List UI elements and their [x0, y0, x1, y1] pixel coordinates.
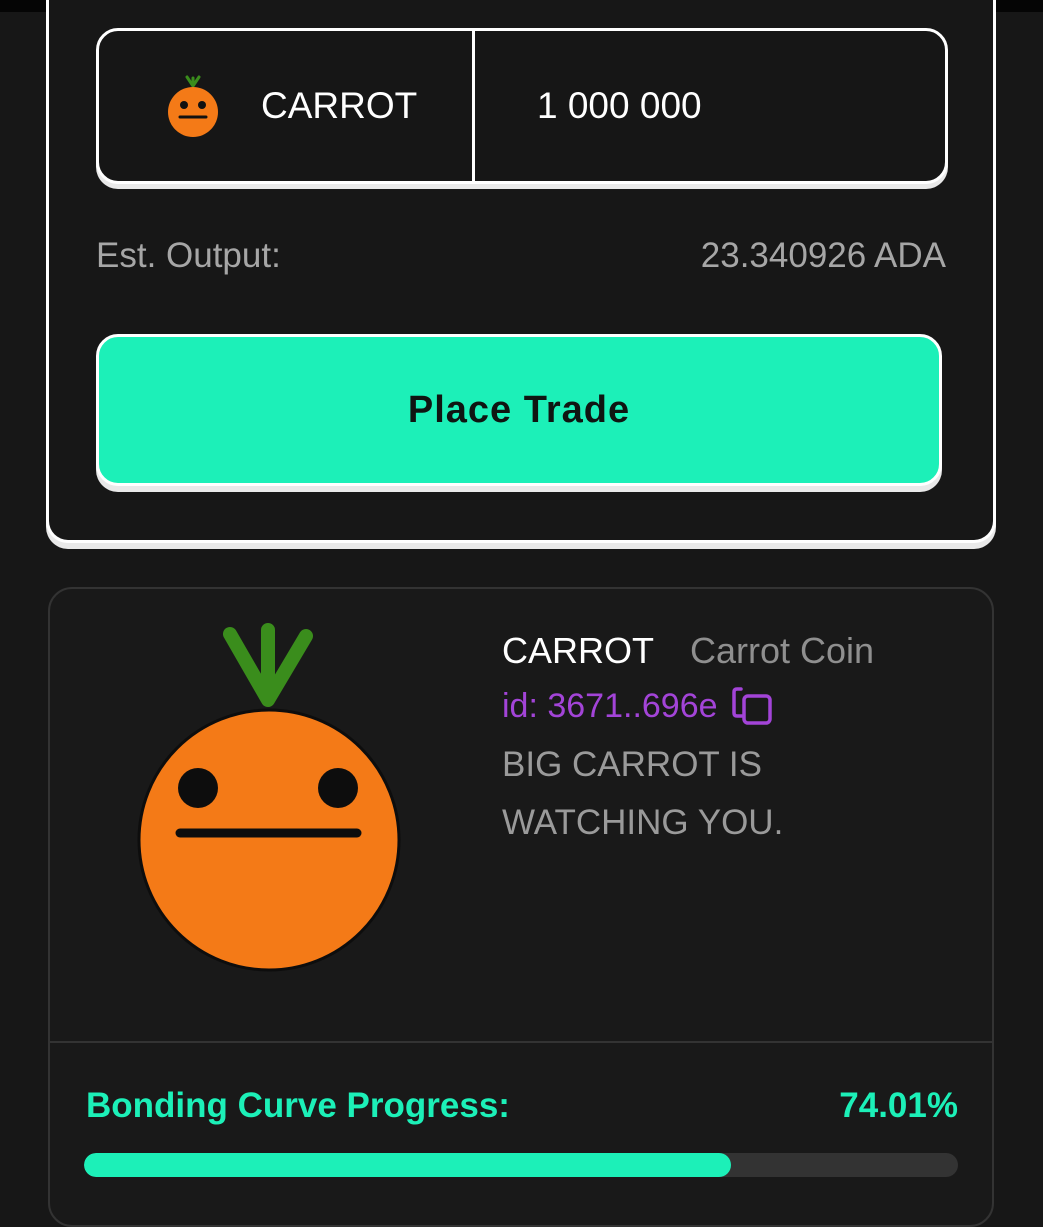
place-trade-button[interactable]: Place Trade [96, 334, 942, 486]
bonding-curve-progress-fill [84, 1153, 731, 1177]
token-symbol: CARROT [261, 85, 418, 126]
token-amount-input-group: CARROT 1 000 000 [96, 28, 948, 184]
estimated-output-row: Est. Output: 23.340926 ADA [96, 236, 946, 276]
carrot-face-icon [137, 623, 401, 972]
token-name-row: CARROT Carrot Coin [502, 630, 874, 672]
token-description: BIG CARROT IS WATCHING YOU. [502, 745, 784, 842]
card-divider [50, 1041, 992, 1043]
bonding-curve-row: Bonding Curve Progress: 74.01% [86, 1086, 958, 1126]
est-output-value: 23.340926 ADA [700, 236, 946, 275]
token-selector[interactable]: CARROT [99, 31, 475, 181]
bonding-curve-percent: 74.01% [839, 1086, 958, 1125]
token-id[interactable]: id: 3671..696e [502, 687, 718, 726]
bonding-curve-progress-bar [84, 1153, 958, 1177]
bonding-curve-label: Bonding Curve Progress: [86, 1086, 510, 1125]
token-id-row: id: 3671..696e [502, 686, 874, 726]
carrot-token-icon [168, 75, 218, 137]
est-output-label: Est. Output: [96, 236, 281, 275]
copy-icon[interactable] [730, 686, 774, 726]
token-full-name: Carrot Coin [690, 630, 875, 671]
token-details: CARROT Carrot Coin id: 3671..696e BIG CA… [502, 630, 874, 852]
token-ticker: CARROT [502, 630, 654, 671]
amount-input[interactable]: 1 000 000 [475, 31, 945, 181]
